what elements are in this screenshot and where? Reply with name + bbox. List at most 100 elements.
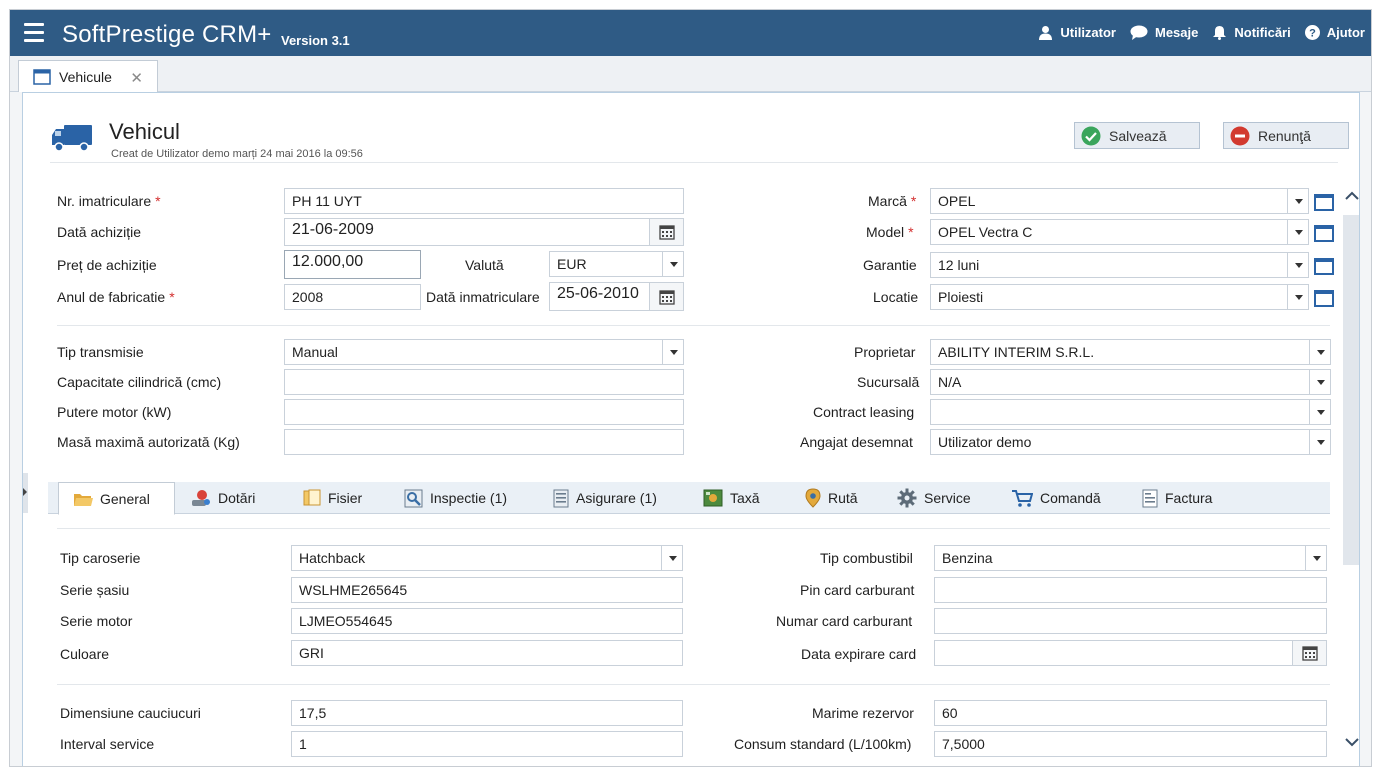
chevron-down-icon[interactable] <box>1345 735 1359 749</box>
caroserie-value: Hatchback <box>299 550 366 566</box>
tab-service[interactable]: Service <box>897 482 971 514</box>
contract-leasing-select[interactable] <box>930 399 1331 425</box>
new-window-icon[interactable] <box>1314 194 1334 211</box>
topnav-user-label: Utilizator <box>1060 25 1116 40</box>
transmisie-label: Tip transmisie <box>57 344 144 360</box>
data-inmatriculare-value: 25-06-2010 <box>557 285 639 302</box>
sucursala-select[interactable]: N/A <box>930 369 1331 395</box>
scrollbar-thumb[interactable] <box>1343 215 1359 565</box>
topnav-messages[interactable]: Mesaje <box>1130 25 1198 40</box>
save-button[interactable]: Salvează <box>1074 122 1200 149</box>
cauciucuri-input[interactable]: 17,5 <box>291 700 683 726</box>
tab-taxa-label: Taxă <box>730 490 760 506</box>
interval-service-label: Interval service <box>60 736 155 752</box>
topnav-help[interactable]: ? Ajutor <box>1304 25 1365 40</box>
tab-asigurare[interactable]: Asigurare (1) <box>553 482 657 514</box>
locatie-value: Ploiesti <box>938 289 984 305</box>
rezervor-input[interactable]: 60 <box>934 700 1327 726</box>
chevron-down-icon[interactable] <box>662 252 683 276</box>
capacitate-label: Capacitate cilindrică (cmc) <box>57 374 222 390</box>
marca-value: OPEL <box>938 193 976 209</box>
calendar-icon[interactable] <box>649 283 683 310</box>
bell-icon <box>1213 26 1227 40</box>
data-achizitie-input[interactable]: 21-06-2009 <box>284 218 684 246</box>
chevron-down-icon[interactable] <box>662 340 683 364</box>
valuta-select[interactable]: EUR <box>549 251 684 277</box>
folder-icon <box>74 493 93 506</box>
data-expirare-input[interactable] <box>934 640 1327 666</box>
tab-factura[interactable]: Factura <box>1142 482 1212 514</box>
angajat-select[interactable]: Utilizator demo <box>930 429 1331 455</box>
chevron-down-icon[interactable] <box>1309 370 1330 394</box>
nr-imatriculare-label: Nr. imatriculare * <box>57 193 161 209</box>
new-window-icon[interactable] <box>1314 258 1334 275</box>
calendar-icon[interactable] <box>1292 641 1326 665</box>
new-window-icon[interactable] <box>1314 290 1334 307</box>
sidebar-expand-handle[interactable] <box>23 473 28 513</box>
tab-ruta[interactable]: Rută <box>805 482 858 514</box>
tab-fisier[interactable]: Fisier <box>303 482 362 514</box>
tab-inspectie-label: Inspectie (1) <box>430 490 508 506</box>
tab-general[interactable]: General <box>58 482 175 515</box>
tab-taxa[interactable]: Taxă <box>703 482 760 514</box>
transmisie-value: Manual <box>292 344 338 360</box>
pin-card-input[interactable] <box>934 577 1327 603</box>
chevron-down-icon[interactable] <box>1287 189 1308 213</box>
numar-card-input[interactable] <box>934 608 1327 634</box>
combustibil-select[interactable]: Benzina <box>934 545 1327 571</box>
caroserie-select[interactable]: Hatchback <box>291 545 683 571</box>
close-icon[interactable]: ✕ <box>130 69 143 87</box>
tab-dotari[interactable]: Dotări <box>191 482 255 514</box>
pret-achizitie-input[interactable]: 12.000,00 <box>284 250 421 279</box>
save-button-label: Salvează <box>1109 127 1167 144</box>
nr-imatriculare-input[interactable]: PH 11 UYT <box>284 188 684 214</box>
garantie-select[interactable]: 12 luni <box>930 252 1309 278</box>
tab-ruta-label: Rută <box>828 490 858 506</box>
tab-comanda-label: Comandă <box>1040 490 1101 506</box>
topnav-user[interactable]: Utilizator <box>1038 25 1116 40</box>
consum-input[interactable]: 7,5000 <box>934 731 1327 757</box>
putere-input[interactable] <box>284 399 684 425</box>
gear-icon <box>897 488 917 508</box>
serie-motor-input[interactable]: LJMEO554645 <box>291 608 683 634</box>
files-icon <box>303 489 321 506</box>
transmisie-select[interactable]: Manual <box>284 339 684 365</box>
topnav-help-label: Ajutor <box>1326 25 1365 40</box>
calendar-icon[interactable] <box>649 219 683 245</box>
chevron-up-icon[interactable] <box>1345 189 1359 203</box>
new-window-icon[interactable] <box>1314 225 1334 242</box>
proprietar-select[interactable]: ABILITY INTERIM S.R.L. <box>930 339 1331 365</box>
garantie-value: 12 luni <box>938 257 980 273</box>
masa-input[interactable] <box>284 429 684 455</box>
tab-inspectie[interactable]: Inspectie (1) <box>404 482 507 514</box>
tab-vehicule-label: Vehicule <box>59 68 112 85</box>
chevron-down-icon[interactable] <box>1309 400 1330 424</box>
model-select[interactable]: OPEL Vectra C <box>930 219 1309 245</box>
menu-icon[interactable] <box>24 23 44 43</box>
vertical-scrollbar[interactable] <box>1341 189 1359 749</box>
cancel-button[interactable]: Renunţă <box>1223 122 1349 149</box>
tax-icon <box>703 489 723 507</box>
tab-vehicule[interactable]: Vehicule ✕ <box>18 60 158 92</box>
an-fabricatie-input[interactable]: 2008 <box>284 284 421 310</box>
angajat-value: Utilizator demo <box>938 434 1032 450</box>
chevron-down-icon[interactable] <box>661 546 682 570</box>
topnav-notifications[interactable]: Notificări <box>1212 25 1291 40</box>
chevron-down-icon[interactable] <box>1287 220 1308 244</box>
locatie-select[interactable]: Ploiesti <box>930 284 1309 310</box>
divider <box>57 684 1330 685</box>
chevron-down-icon[interactable] <box>1305 546 1326 570</box>
marca-select[interactable]: OPEL <box>930 188 1309 214</box>
chevron-down-icon[interactable] <box>1309 340 1330 364</box>
chevron-down-icon[interactable] <box>1309 430 1330 454</box>
inspection-icon <box>404 489 423 507</box>
culoare-input[interactable]: GRI <box>291 640 683 666</box>
capacitate-input[interactable] <box>284 369 684 395</box>
interval-service-input[interactable]: 1 <box>291 731 683 757</box>
data-inmatriculare-input[interactable]: 25-06-2010 <box>549 282 684 311</box>
tab-comanda[interactable]: Comandă <box>1011 482 1101 514</box>
chevron-down-icon[interactable] <box>1287 285 1308 309</box>
serie-sasiu-input[interactable]: WSLHME265645 <box>291 577 683 603</box>
rezervor-label: Marime rezervor <box>812 705 914 721</box>
chevron-down-icon[interactable] <box>1287 253 1308 277</box>
